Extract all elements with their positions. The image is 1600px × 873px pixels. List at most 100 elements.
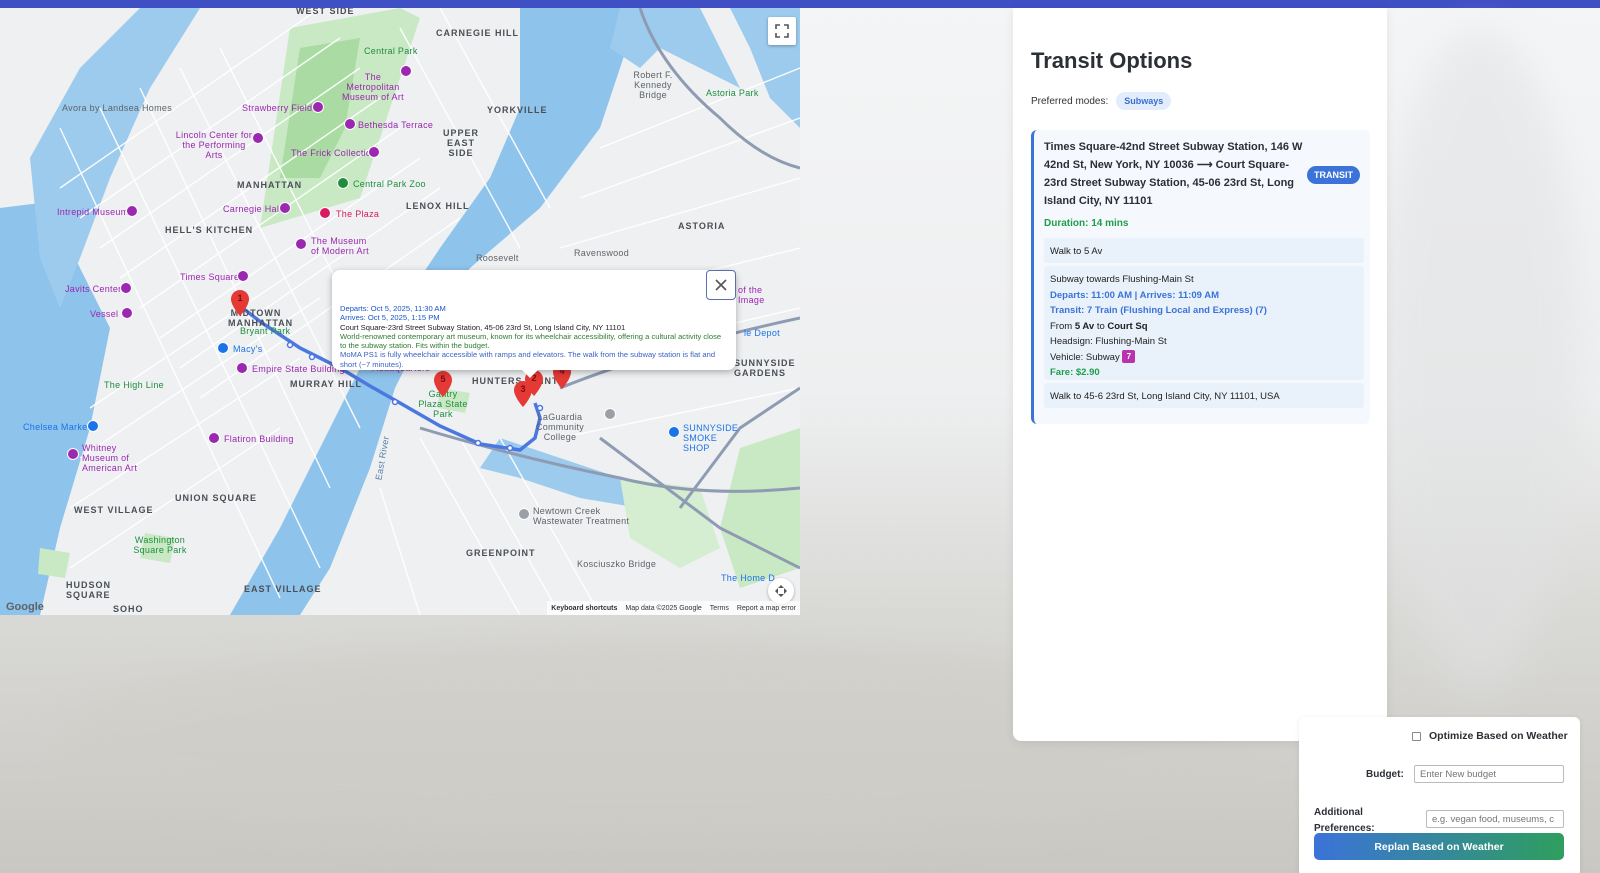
poi-the-plaza[interactable]: The Plaza [336, 209, 379, 219]
poi-whitney-museum[interactable]: Whitney Museum of American Art [82, 443, 154, 473]
shopping-icon [668, 426, 680, 438]
poi-vessel[interactable]: Vessel [90, 309, 118, 319]
label-sunnyside-gardens: SUNNYSIDE GARDENS [734, 358, 796, 378]
budget-input[interactable] [1414, 765, 1564, 783]
poi-image[interactable]: of the Image [738, 285, 778, 305]
route-marker[interactable]: 5 [434, 371, 452, 397]
replan-button[interactable]: Replan Based on Weather [1314, 833, 1564, 860]
subway-fare: Fare: $2.90 [1050, 367, 1100, 378]
info-window-close-button[interactable] [706, 270, 736, 300]
poi-rfk-bridge[interactable]: Robert F. Kennedy Bridge [628, 70, 678, 100]
subway-vehicle: Vehicle: Subway 7 [1050, 350, 1358, 366]
report-error-link[interactable]: Report a map error [737, 605, 796, 612]
convention-icon [120, 282, 132, 294]
fullscreen-icon [775, 24, 789, 38]
theater-icon [252, 132, 264, 144]
transit-badge: TRANSIT [1307, 166, 1360, 184]
subway-line: Transit: 7 Train (Flushing Local and Exp… [1050, 305, 1267, 316]
poi-javits-center[interactable]: Javits Center [65, 284, 121, 294]
label-east-village: EAST VILLAGE [244, 584, 322, 594]
map-data-credit: Map data ©2025 Google [625, 604, 702, 612]
optimize-weather-label: Optimize Based on Weather [1429, 730, 1568, 742]
poi-home-depot[interactable]: The Home D [721, 573, 775, 583]
label-hells-kitchen: HELL'S KITCHEN [165, 225, 254, 235]
poi-times-square[interactable]: Times Square [180, 272, 239, 282]
poi-central-park-zoo[interactable]: Central Park Zoo [353, 179, 426, 189]
poi-frick-collection[interactable]: The Frick Collection [291, 148, 377, 158]
poi-macys[interactable]: Macy's [233, 344, 263, 354]
route-title: Times Square-42nd Street Subway Station,… [1044, 141, 1303, 207]
label-astoria: ASTORIA [678, 221, 726, 231]
poi-lincoln-center[interactable]: Lincoln Center for the Performing Arts [175, 130, 253, 160]
poi-flatiron[interactable]: Flatiron Building [224, 434, 294, 444]
step-text: Walk to 5 Av [1050, 246, 1103, 257]
poi-avora[interactable]: Avora by Landsea Homes [62, 103, 172, 113]
move-icon [775, 585, 787, 597]
step-walk-start: Walk to 5 Av [1044, 238, 1364, 263]
poi-bethesda-terrace[interactable]: Bethesda Terrace [358, 120, 433, 130]
poi-met-museum[interactable]: The Metropolitan Museum of Art [338, 72, 408, 102]
weather-replan-form: Optimize Based on Weather Budget: Additi… [1299, 717, 1580, 873]
to-prefix: to [1094, 320, 1108, 332]
info-accessibility: MoMA PS1 is fully wheelchair accessible … [340, 350, 716, 369]
route-duration: Duration: 14 mins [1044, 218, 1129, 229]
shopping-icon [217, 342, 229, 354]
facility-icon [518, 508, 530, 520]
poi-roosevelt[interactable]: Roosevelt [476, 253, 519, 263]
optimize-weather-checkbox[interactable] [1412, 731, 1421, 741]
poi-carnegie-hall[interactable]: Carnegie Hall [223, 204, 281, 214]
landmark-icon [237, 270, 249, 282]
route-marker[interactable]: 3 [514, 381, 532, 407]
poi-kosciuszko-bridge[interactable]: Kosciuszko Bridge [577, 559, 656, 569]
poi-astoria-park[interactable]: Astoria Park [706, 88, 759, 98]
label-soho: SOHO [113, 604, 144, 614]
poi-washington-square[interactable]: Washington Square Park [132, 535, 188, 555]
fullscreen-button[interactable] [768, 17, 796, 45]
subway-headsign: Headsign: Flushing-Main St [1050, 336, 1167, 347]
poi-chelsea-market[interactable]: Chelsea Market [23, 422, 90, 432]
top-accent-bar [0, 0, 1600, 8]
close-icon [715, 279, 727, 291]
keyboard-shortcuts-link[interactable]: Keyboard shortcuts [551, 605, 617, 612]
route-marker[interactable]: 1 [231, 290, 249, 316]
zoo-icon [337, 177, 349, 189]
transit-options-panel: Transit Options Preferred modes: Subways… [1013, 8, 1387, 741]
poi-ravenswood[interactable]: Ravenswood [574, 248, 629, 258]
subway-line-badge: 7 [1122, 350, 1136, 364]
poi-high-line[interactable]: The High Line [104, 380, 164, 390]
info-description: World-renowned contemporary art museum, … [340, 331, 722, 351]
preferred-modes-label: Preferred modes: [1031, 95, 1109, 107]
google-logo: Google [6, 601, 44, 613]
mode-chip[interactable]: Subways [1116, 92, 1172, 110]
step-text: Walk to 45-6 23rd St, Long Island City, … [1050, 391, 1280, 402]
poi-laguardia-cc[interactable]: LaGuardia Community College [520, 412, 600, 442]
poi-sunnyside-smoke-shop[interactable]: SUNNYSIDE SMOKE SHOP [683, 423, 743, 453]
poi-depot[interactable]: le Depot [744, 328, 780, 338]
museum-icon [67, 448, 79, 460]
label-yorkville: YORKVILLE [487, 105, 548, 115]
label-upper-east-side: UPPER EAST SIDE [442, 128, 479, 158]
map-attribution: Keyboard shortcuts Map data ©2025 Google… [547, 601, 800, 615]
poi-bryant-park[interactable]: Bryant Park [240, 326, 290, 336]
background-blur [1380, 30, 1580, 690]
poi-strawberry-fields[interactable]: Strawberry Fields [242, 103, 317, 113]
poi-newtown-creek[interactable]: Newtown Creek Wastewater Treatment [533, 506, 633, 526]
optimize-weather-row[interactable]: Optimize Based on Weather [1412, 730, 1568, 742]
info-departs: Departs: Oct 5, 2025, 11:30 AM [340, 304, 446, 313]
map-view[interactable]: WEST SIDE CARNEGIE HILL YORKVILLE UPPER … [0, 8, 800, 615]
label-union-square: UNION SQUARE [175, 493, 258, 503]
poi-empire-state[interactable]: Empire State Building [252, 364, 345, 374]
route-card[interactable]: Times Square-42nd Street Subway Station,… [1031, 130, 1370, 424]
landmark-icon [344, 118, 356, 130]
landmark-icon [236, 362, 248, 374]
poi-central-park[interactable]: Central Park [364, 46, 418, 56]
terms-link[interactable]: Terms [710, 605, 729, 612]
from-stop: 5 Av [1074, 320, 1095, 332]
landmark-icon [121, 307, 133, 319]
poi-moma[interactable]: The Museum of Modern Art [311, 236, 371, 256]
subway-times: Departs: 11:00 AM | Arrives: 11:09 AM [1050, 289, 1219, 301]
poi-intrepid-museum[interactable]: Intrepid Museum [57, 207, 129, 217]
shopping-icon [87, 420, 99, 432]
preferences-input[interactable] [1426, 810, 1564, 828]
from-prefix: From [1050, 320, 1075, 332]
